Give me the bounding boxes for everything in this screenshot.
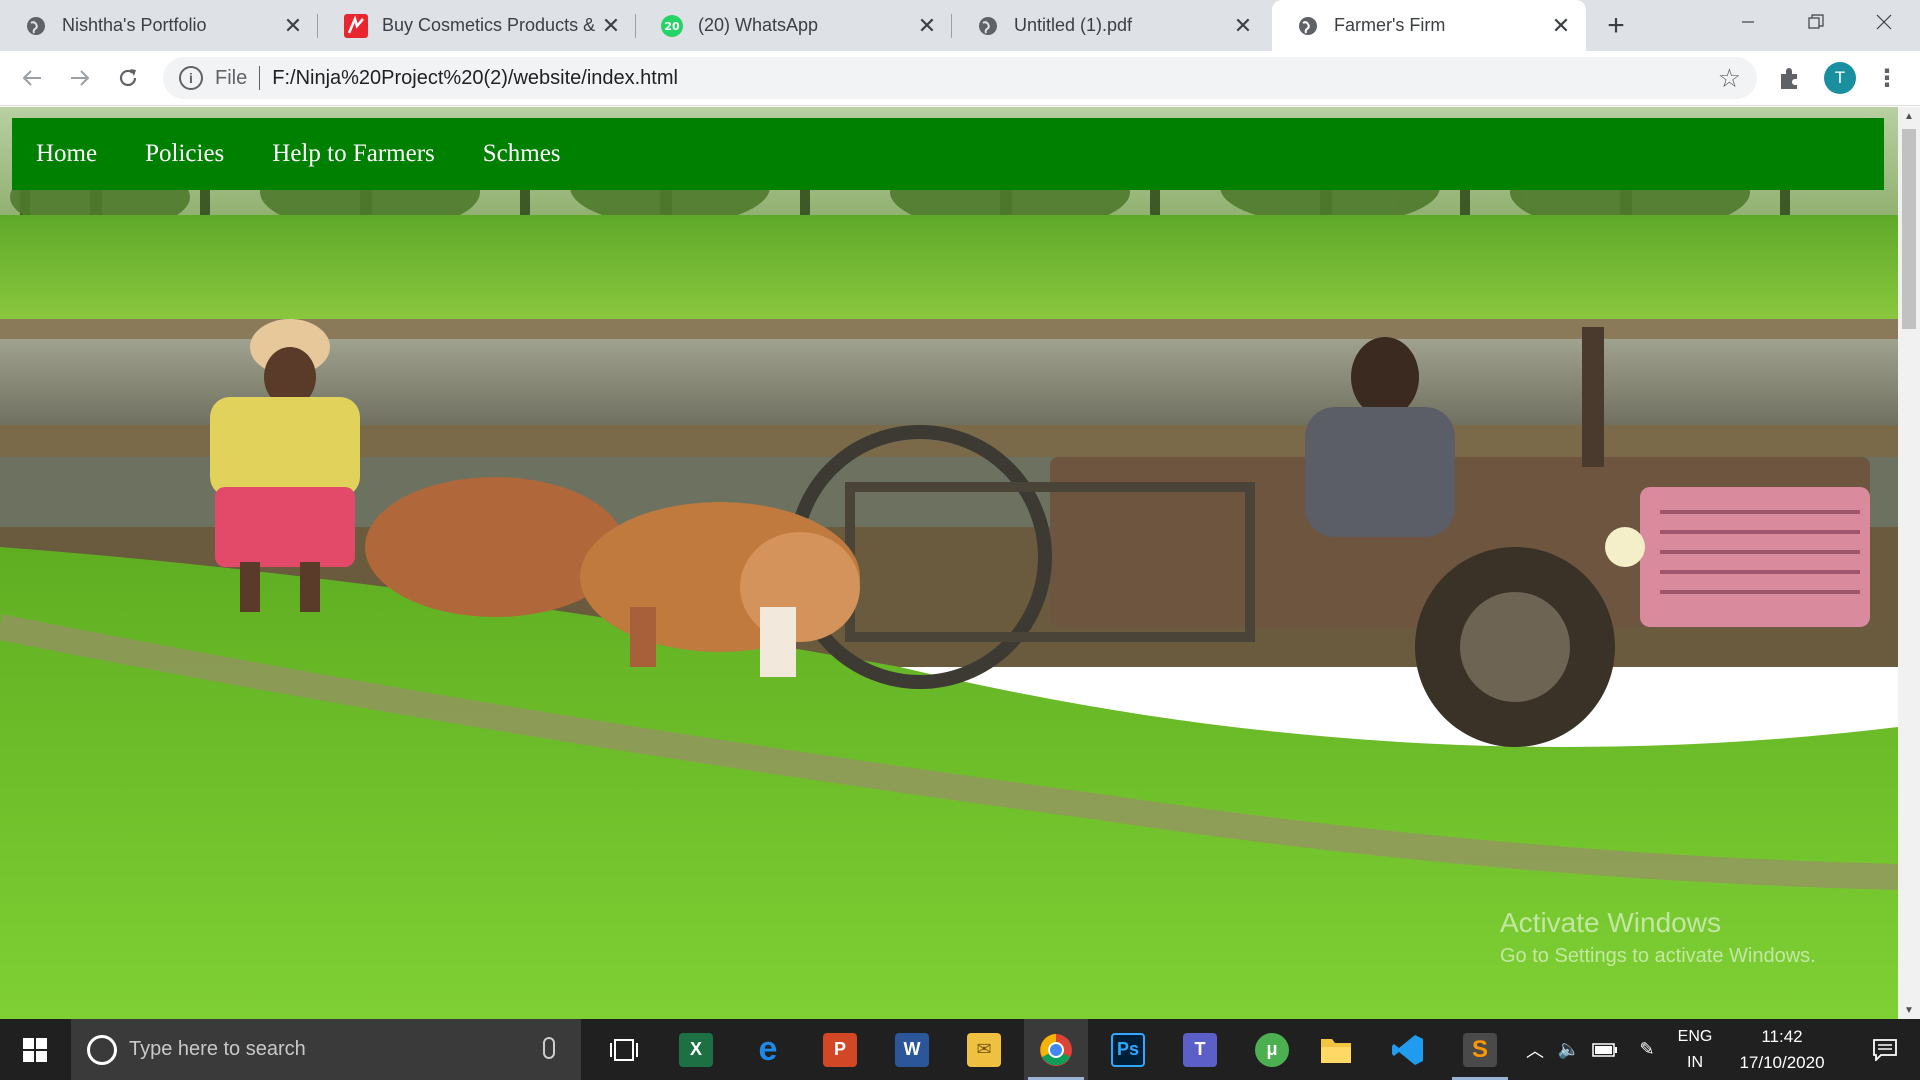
volume-icon[interactable]: 🔈 [1554,1019,1584,1080]
close-tab-icon[interactable]: ✕ [278,11,308,41]
tab-title: Nishtha's Portfolio [62,15,207,35]
taskbar-clock[interactable]: 11:42 17/10/2020 [1720,1019,1844,1080]
scrollbar-thumb[interactable] [1902,129,1916,329]
vertical-scrollbar[interactable]: ▲ ▼ [1898,107,1920,1019]
site-navbar: Home Policies Help to Farmers Schmes [12,118,1884,190]
forward-icon[interactable] [62,60,98,96]
excel-icon[interactable]: X [664,1019,728,1080]
watermark-subtitle: Go to Settings to activate Windows. [1500,945,1816,967]
edge-icon[interactable]: e [736,1019,800,1080]
outlook-icon[interactable]: ✉ [952,1019,1016,1080]
file-explorer-icon[interactable] [1304,1019,1368,1080]
scheme-label: File [215,66,248,89]
taskbar-search-box[interactable]: Type here to search [71,1019,581,1080]
restore-icon[interactable] [1784,0,1848,44]
menu-kebab-icon[interactable]: ⋮ [1874,63,1900,93]
tab-buy-cosmetics[interactable]: Buy Cosmetics Products & B ✕ [320,0,636,51]
url-text[interactable]: F:/Ninja%20Project%20(2)/website/index.h… [272,67,678,90]
browser-tab-strip: Nishtha's Portfolio ✕ Buy Cosmetics Prod… [0,0,1920,51]
windows-taskbar: Type here to search X e P W ✉ Ps T μ S ︿… [0,1019,1920,1080]
tab-farmers-firm[interactable]: Farmer's Firm ✕ [1272,0,1586,51]
tab-title: Buy Cosmetics Products & B [382,15,596,35]
tab-untitled-pdf[interactable]: Untitled (1).pdf ✕ [952,0,1268,51]
bookmark-star-icon[interactable]: ☆ [1718,63,1741,94]
reload-icon[interactable] [110,60,146,96]
nav-help-to-farmers-link[interactable]: Help to Farmers [272,140,434,168]
scroll-down-arrow-icon[interactable]: ▼ [1898,1001,1920,1019]
tab-title: Untitled (1).pdf [1014,15,1133,35]
activate-windows-watermark: Activate Windows Go to Settings to activ… [1500,907,1816,968]
nav-schemes-link[interactable]: Schmes [483,140,561,168]
teams-icon[interactable]: T [1168,1019,1232,1080]
tab-title: Farmer's Firm [1334,15,1446,35]
back-icon[interactable] [14,60,50,96]
region-code: IN [1687,1053,1703,1071]
minimize-icon[interactable] [1716,0,1780,44]
tab-whatsapp[interactable]: 20 (20) WhatsApp ✕ [636,0,952,51]
globe-icon [24,14,48,38]
show-hidden-icons-chevron-icon[interactable]: ︿ [1520,1019,1550,1080]
profile-avatar[interactable]: T [1824,62,1856,94]
globe-icon [1296,14,1320,38]
address-bar[interactable]: i File F:/Ninja%20Project%20(2)/website/… [163,57,1757,99]
windows-start-icon[interactable] [0,1019,70,1080]
nav-home-link[interactable]: Home [36,140,97,168]
task-view-icon[interactable] [592,1019,656,1080]
close-tab-icon[interactable]: ✕ [1228,11,1258,41]
close-window-icon[interactable] [1852,0,1916,44]
cortana-icon [87,1034,117,1065]
whatsapp-badge: 20 [664,20,680,33]
nav-policies-link[interactable]: Policies [145,140,224,168]
close-tab-icon[interactable]: ✕ [912,11,942,41]
browser-toolbar: i File F:/Ninja%20Project%20(2)/website/… [0,51,1920,106]
omnibox-divider [259,66,261,90]
word-icon[interactable]: W [880,1019,944,1080]
pen-workspace-icon[interactable]: ✎ [1630,1019,1664,1080]
battery-icon[interactable] [1588,1019,1622,1080]
tab-title: (20) WhatsApp [698,15,819,35]
photoshop-icon[interactable]: Ps [1096,1019,1160,1080]
chrome-icon[interactable] [1024,1019,1088,1080]
search-placeholder: Type here to search [129,1038,306,1060]
utorrent-icon[interactable]: μ [1240,1019,1304,1080]
clock-date: 17/10/2020 [1739,1052,1825,1072]
info-icon[interactable]: i [179,66,203,90]
powerpoint-icon[interactable]: P [808,1019,872,1080]
nykaa-icon [344,13,368,38]
language-code: ENG [1677,1027,1713,1045]
tab-nishthas-portfolio[interactable]: Nishtha's Portfolio ✕ [0,0,318,51]
whatsapp-icon: 20 [660,14,684,38]
extensions-puzzle-icon[interactable] [1777,65,1805,93]
microphone-icon[interactable] [543,1037,555,1059]
close-tab-icon[interactable]: ✕ [1546,11,1576,41]
globe-icon [976,14,1000,38]
page-viewport: Home Policies Help to Farmers Schmes Act… [0,107,1898,1019]
vscode-icon[interactable] [1376,1019,1440,1080]
new-tab-button[interactable]: + [1598,8,1634,44]
farm-hero-image [0,107,1898,1019]
action-center-icon[interactable] [1850,1019,1920,1080]
sublime-icon[interactable]: S [1448,1019,1512,1080]
watermark-title: Activate Windows [1500,907,1721,938]
tab-separator [317,14,318,38]
clock-time: 11:42 [1761,1026,1803,1046]
input-language-indicator[interactable]: ENG IN [1672,1019,1718,1080]
scroll-up-arrow-icon[interactable]: ▲ [1898,107,1920,125]
close-tab-icon[interactable]: ✕ [596,11,626,41]
